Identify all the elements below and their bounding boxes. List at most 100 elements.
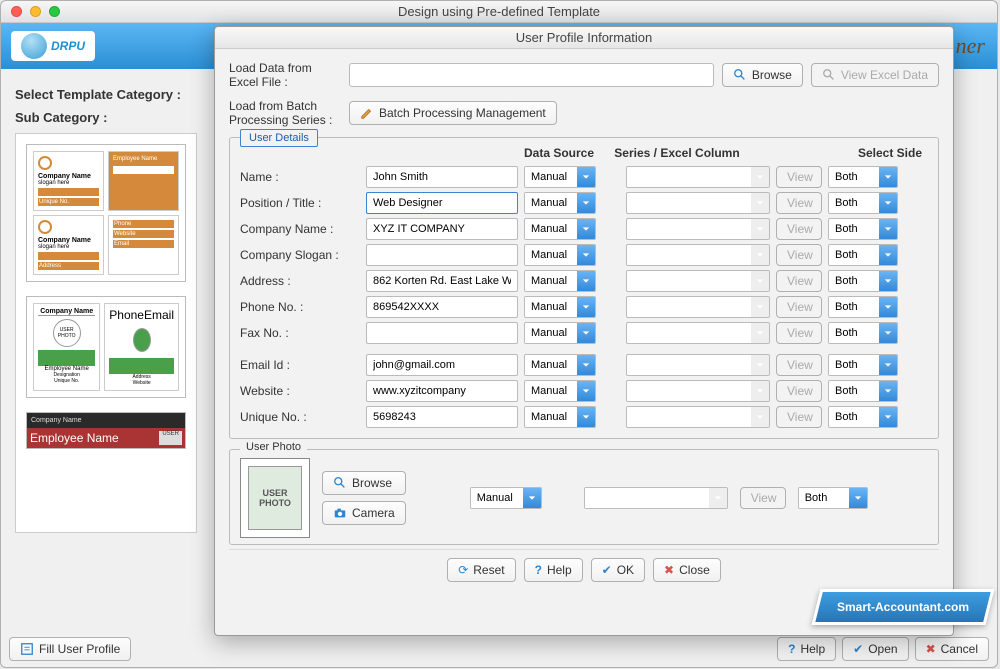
field-input[interactable] (366, 380, 518, 402)
template-list[interactable]: Company Name slogan here Unique No. Empl… (15, 133, 197, 533)
field-label: Name : (240, 170, 360, 184)
data-source-select[interactable]: Manual (524, 192, 596, 214)
select-side-select[interactable]: Both (828, 406, 898, 428)
data-source-select[interactable]: Manual (524, 270, 596, 292)
chevron-down-icon (879, 193, 897, 213)
series-select[interactable] (626, 296, 770, 318)
dialog-title: User Profile Information (215, 27, 953, 49)
chevron-down-icon (751, 193, 769, 213)
data-source-select[interactable]: Manual (524, 380, 596, 402)
logo-text: DRPU (51, 39, 85, 53)
chevron-down-icon (879, 381, 897, 401)
field-input[interactable] (366, 296, 518, 318)
browse-excel-button[interactable]: Browse (722, 63, 803, 87)
select-side-select[interactable]: Both (828, 244, 898, 266)
check-icon: ✔ (602, 563, 612, 577)
open-button[interactable]: ✔ Open (842, 637, 908, 661)
data-source-select[interactable]: Manual (524, 406, 596, 428)
select-side-select[interactable]: Both (828, 296, 898, 318)
select-side-select[interactable]: Both (828, 218, 898, 240)
field-input[interactable] (366, 270, 518, 292)
field-input[interactable] (366, 192, 518, 214)
profile-icon (20, 642, 34, 656)
view-button: View (776, 244, 822, 266)
series-select[interactable] (626, 354, 770, 376)
series-select[interactable] (626, 380, 770, 402)
field-label: Fax No. : (240, 326, 360, 340)
data-source-select[interactable]: Manual (524, 166, 596, 188)
close-icon: ✖ (664, 563, 674, 577)
close-icon: ✖ (926, 642, 936, 656)
fill-user-profile-button[interactable]: Fill User Profile (9, 637, 131, 661)
chevron-down-icon (751, 167, 769, 187)
field-input[interactable] (366, 354, 518, 376)
cancel-button[interactable]: ✖ Cancel (915, 637, 989, 661)
chevron-down-icon (879, 323, 897, 343)
field-input[interactable] (366, 244, 518, 266)
photo-view-button: View (740, 487, 786, 509)
template-preview-3[interactable]: Company Name Employee NameUSER (26, 412, 186, 449)
data-source-select[interactable]: Manual (524, 244, 596, 266)
data-source-select[interactable]: Manual (524, 218, 596, 240)
field-input[interactable] (366, 322, 518, 344)
view-button: View (776, 296, 822, 318)
edit-icon (360, 106, 374, 120)
series-select[interactable] (626, 270, 770, 292)
field-label: Company Slogan : (240, 248, 360, 262)
user-profile-dialog: User Profile Information Load Data from … (214, 26, 954, 636)
series-select[interactable] (626, 166, 770, 188)
select-side-select[interactable]: Both (828, 166, 898, 188)
select-side-select[interactable]: Both (828, 192, 898, 214)
chevron-down-icon (879, 271, 897, 291)
select-side-select[interactable]: Both (828, 270, 898, 292)
user-details-fieldset: User Details Data Source Series / Excel … (229, 137, 939, 439)
select-side-select[interactable]: Both (828, 380, 898, 402)
field-row: Company Name : Manual View Both (240, 218, 928, 240)
template-preview-2[interactable]: Company Name USER PHOTO Employee Name De… (26, 296, 186, 398)
load-excel-label: Load Data from Excel File : (229, 61, 341, 89)
batch-processing-button[interactable]: Batch Processing Management (349, 101, 557, 125)
reset-button[interactable]: ⟳ Reset (447, 558, 515, 582)
series-select[interactable] (626, 218, 770, 240)
main-window-title: Design using Pre-defined Template (1, 4, 997, 19)
photo-side-select[interactable]: Both (798, 487, 868, 509)
series-select[interactable] (626, 406, 770, 428)
photo-data-source-select[interactable]: Manual (470, 487, 542, 509)
app-logo: DRPU (11, 31, 95, 61)
globe-icon (21, 33, 47, 59)
select-side-select[interactable]: Both (828, 354, 898, 376)
photo-series-select[interactable] (584, 487, 728, 509)
data-source-select[interactable]: Manual (524, 354, 596, 376)
col-data-source: Data Source (524, 146, 602, 160)
camera-icon (333, 506, 347, 520)
header-suffix: ner (956, 33, 985, 59)
dialog-help-button[interactable]: ? Help (524, 558, 583, 582)
photo-browse-button[interactable]: Browse (322, 471, 406, 495)
chevron-down-icon (751, 297, 769, 317)
data-source-select[interactable]: Manual (524, 296, 596, 318)
photo-placeholder: USER PHOTO (240, 458, 310, 538)
data-source-select[interactable]: Manual (524, 322, 596, 344)
user-details-tab[interactable]: User Details (240, 129, 318, 147)
view-button: View (776, 406, 822, 428)
series-select[interactable] (626, 322, 770, 344)
user-photo-legend: User Photo (240, 441, 307, 453)
field-input[interactable] (366, 406, 518, 428)
ok-button[interactable]: ✔ OK (591, 558, 645, 582)
chevron-down-icon (879, 297, 897, 317)
field-label: Company Name : (240, 222, 360, 236)
chevron-down-icon (751, 407, 769, 427)
series-select[interactable] (626, 244, 770, 266)
view-excel-button: View Excel Data (811, 63, 939, 87)
watermark: Smart-Accountant.com (816, 589, 990, 625)
field-input[interactable] (366, 166, 518, 188)
select-side-select[interactable]: Both (828, 322, 898, 344)
camera-button[interactable]: Camera (322, 501, 406, 525)
excel-file-input[interactable] (349, 63, 714, 87)
chevron-down-icon (577, 271, 595, 291)
template-preview-1[interactable]: Company Name slogan here Unique No. Empl… (26, 144, 186, 282)
series-select[interactable] (626, 192, 770, 214)
field-input[interactable] (366, 218, 518, 240)
close-button[interactable]: ✖ Close (653, 558, 721, 582)
help-button[interactable]: ? Help (777, 637, 836, 661)
